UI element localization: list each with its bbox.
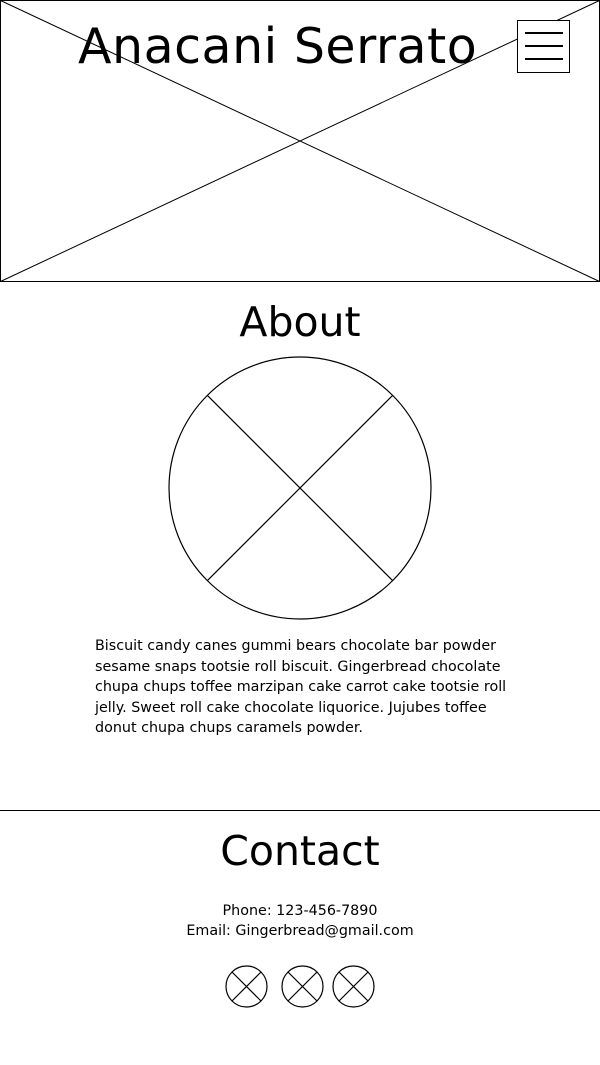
social-link-1[interactable] <box>225 965 268 1008</box>
contact-phone: Phone: 123-456-7890 <box>222 903 378 919</box>
contact-heading: Contact <box>220 827 380 875</box>
social-link-3[interactable] <box>332 965 375 1008</box>
about-text: Biscuit candy canes gummi bears chocolat… <box>95 638 507 736</box>
about-heading: About <box>239 298 361 346</box>
about-image-placeholder <box>168 356 432 620</box>
site-title: Anacani Serrato <box>78 18 478 75</box>
hero-header: Anacani Serrato <box>0 0 600 282</box>
social-icon-placeholder <box>281 965 324 1008</box>
contact-email: Email: Gingerbread@gmail.com <box>186 923 414 939</box>
menu-button[interactable] <box>517 20 570 73</box>
social-icon-placeholder <box>332 965 375 1008</box>
section-divider <box>0 810 600 811</box>
social-icon-placeholder <box>225 965 268 1008</box>
social-link-2[interactable] <box>281 965 324 1008</box>
